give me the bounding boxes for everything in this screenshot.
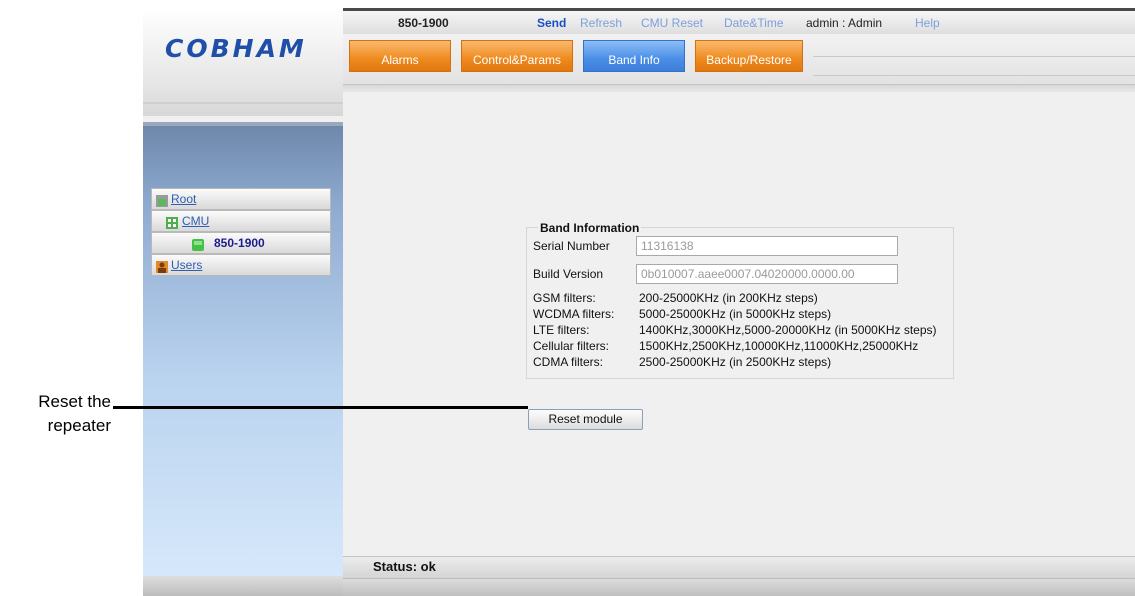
build-version-label: Build Version <box>533 267 604 281</box>
band-information-panel: Band Information Serial Number Build Ver… <box>526 221 954 379</box>
build-version-field[interactable] <box>636 264 898 284</box>
tree-item-850-1900[interactable]: 850-1900 <box>151 232 331 254</box>
cmu-reset-link[interactable]: CMU Reset <box>641 16 703 30</box>
status-bar: Status: ok <box>343 556 1135 578</box>
refresh-link[interactable]: Refresh <box>580 16 622 30</box>
cobham-logo: COBHAM <box>165 34 307 63</box>
tree-item-root[interactable]: Root <box>151 188 331 210</box>
tree-item-users[interactable]: Users <box>151 254 331 276</box>
logo-divider <box>143 102 343 104</box>
cellular-filters-value: 1500KHz,2500KHz,10000KHz,11000KHz,25000K… <box>639 339 919 353</box>
cdma-filters-value: 2500-25000KHz (in 2500KHz steps) <box>639 355 832 369</box>
users-icon <box>156 259 168 273</box>
tree-item-label[interactable]: CMU <box>182 211 209 231</box>
date-time-link[interactable]: Date&Time <box>724 16 784 30</box>
callout-line2: repeater <box>47 416 111 435</box>
tree-item-cmu[interactable]: CMU <box>151 210 331 232</box>
tab-alarms[interactable]: Alarms <box>349 40 451 72</box>
tab-bar: Alarms Control&Params Band Info Backup/R… <box>343 34 1135 93</box>
reset-module-button[interactable]: Reset module <box>528 409 643 430</box>
send-link[interactable]: Send <box>537 16 566 30</box>
module-green-icon <box>192 237 204 251</box>
serial-number-field[interactable] <box>636 236 898 256</box>
band-information-legend: Band Information <box>538 221 642 235</box>
logo-area: COBHAM <box>143 8 344 116</box>
lte-filters-label: LTE filters: <box>533 323 590 337</box>
tab-band-info[interactable]: Band Info <box>583 40 685 72</box>
top-menu-bar: 850-1900 Send Refresh CMU Reset Date&Tim… <box>343 8 1135 34</box>
bottom-bar <box>343 578 1135 596</box>
tree-item-label[interactable]: Users <box>171 255 202 275</box>
tab-control-params[interactable]: Control&Params <box>461 40 573 72</box>
callout-annotation: Reset the repeater <box>8 390 111 438</box>
lte-filters-value: 1400KHz,3000KHz,5000-20000KHz (in 5000KH… <box>639 323 937 337</box>
root-icon <box>156 193 168 207</box>
app-window: COBHAM Root CMU 850-1900 Users 850-1900 … <box>143 8 1135 596</box>
content-area: Band Information Serial Number Build Ver… <box>343 92 1135 556</box>
left-panel: COBHAM Root CMU 850-1900 Users <box>143 8 344 596</box>
tree-item-label[interactable]: Root <box>171 189 196 209</box>
user-label: admin : Admin <box>806 16 883 30</box>
cmu-icon <box>166 215 178 229</box>
navigation-tree: Root CMU 850-1900 Users <box>143 122 343 580</box>
tab-backup-restore[interactable]: Backup/Restore <box>695 40 803 72</box>
device-model: 850-1900 <box>398 16 449 30</box>
tree-item-label[interactable]: 850-1900 <box>214 233 265 253</box>
gsm-filters-label: GSM filters: <box>533 291 596 305</box>
wcdma-filters-label: WCDMA filters: <box>533 307 615 321</box>
callout-line1: Reset the <box>38 392 111 411</box>
tab-bar-decoration <box>813 56 1135 76</box>
cellular-filters-label: Cellular filters: <box>533 339 610 353</box>
gsm-filters-value: 200-25000KHz (in 200KHz steps) <box>639 291 818 305</box>
left-footer <box>143 576 343 596</box>
cdma-filters-label: CDMA filters: <box>533 355 604 369</box>
wcdma-filters-value: 5000-25000KHz (in 5000KHz steps) <box>639 307 832 321</box>
help-link[interactable]: Help <box>915 16 940 30</box>
serial-number-label: Serial Number <box>533 239 610 253</box>
callout-pointer-line <box>113 406 528 409</box>
